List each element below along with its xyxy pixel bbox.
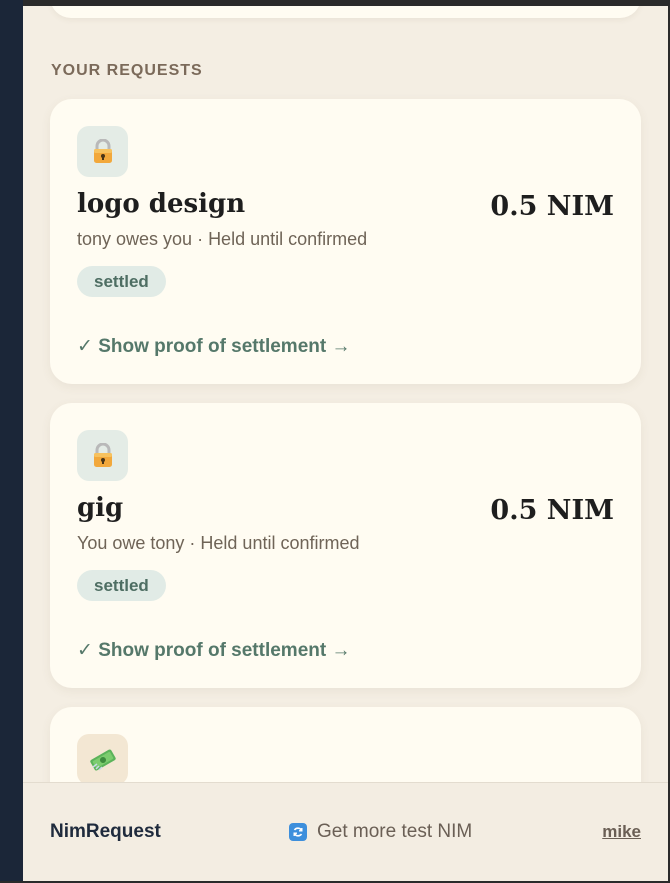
request-card[interactable]: logo design 0.5 NIM tony owes you · Held… <box>50 99 641 384</box>
request-title: gig <box>77 493 124 523</box>
status-badge: settled <box>77 570 166 601</box>
lock-icon <box>77 126 128 177</box>
show-proof-link[interactable]: ✓ Show proof of settlement → <box>77 335 350 358</box>
request-subtitle: tony owes you · Held until confirmed <box>77 229 368 249</box>
request-amount: 0.5 NIM <box>490 191 614 222</box>
status-badge: settled <box>77 266 166 297</box>
lock-icon <box>77 430 128 481</box>
brand-name[interactable]: NimRequest <box>50 821 161 843</box>
show-proof-link[interactable]: ✓ Show proof of settlement → <box>77 639 350 662</box>
footer-bar: NimRequest Get more test NIM mike <box>23 782 668 881</box>
app-viewport[interactable]: YOUR REQUESTS logo design 0.5 NIM tony o… <box>23 6 668 881</box>
request-amount: 0.5 NIM <box>490 495 614 526</box>
get-test-nim-label: Get more test NIM <box>317 821 473 842</box>
refresh-icon <box>289 823 307 841</box>
previous-card-bottom <box>50 6 641 18</box>
user-link[interactable]: mike <box>602 822 641 842</box>
section-title: YOUR REQUESTS <box>51 62 203 79</box>
money-icon <box>77 734 128 785</box>
request-title: logo design <box>77 189 246 219</box>
request-subtitle: You owe tony · Held until confirmed <box>77 533 360 553</box>
get-test-nim-link[interactable]: Get more test NIM <box>289 821 472 843</box>
left-sidebar-strip <box>0 0 23 883</box>
request-card[interactable]: gig 0.5 NIM You owe tony · Held until co… <box>50 403 641 688</box>
